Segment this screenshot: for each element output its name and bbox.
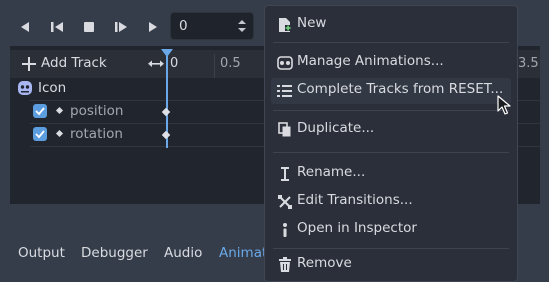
play-icon (149, 22, 157, 32)
node-name: Icon (38, 80, 67, 96)
add-track-button[interactable]: Add Track (22, 54, 132, 76)
animation-context-menu: New Manage Animations... Complete Tracks… (264, 5, 518, 282)
menu-item-edit-transitions[interactable]: Edit Transitions... (271, 189, 511, 215)
add-track-label: Add Track (41, 55, 107, 71)
track-enable-checkbox[interactable] (33, 127, 47, 141)
play-backwards-icon (21, 22, 29, 32)
stop-button[interactable] (78, 15, 100, 39)
ruler-divider (214, 54, 215, 78)
menu-separator (273, 110, 509, 111)
menu-separator (273, 248, 509, 249)
play-from-current-button[interactable] (110, 15, 132, 39)
tab-debugger[interactable]: Debugger (81, 245, 148, 261)
frame-position-value: 0 (179, 18, 188, 34)
rename-icon (277, 166, 293, 182)
check-icon (35, 107, 45, 116)
ruler-tick-label: 3.5 (518, 56, 539, 71)
play-button[interactable] (142, 15, 164, 39)
menu-separator (273, 152, 509, 153)
tab-audio[interactable]: Audio (164, 245, 202, 261)
menu-item-open-in-inspector[interactable]: Open in Inspector (271, 217, 511, 243)
complete-tracks-icon (277, 83, 293, 99)
node-icon (18, 81, 32, 95)
menu-item-rename[interactable]: Rename... (271, 161, 511, 187)
play-backwards-from-current-icon (51, 22, 63, 32)
play-backwards-button[interactable] (46, 15, 68, 39)
track-name: rotation (70, 126, 123, 142)
track-enable-checkbox[interactable] (33, 104, 47, 118)
animation-library-icon (277, 55, 293, 71)
new-file-icon (277, 17, 293, 33)
track-name: position (70, 103, 124, 119)
menu-item-duplicate[interactable]: Duplicate... (271, 117, 511, 143)
play-backwards-from-end-button[interactable] (14, 15, 36, 39)
tab-animation[interactable]: Animat (219, 245, 267, 261)
menu-item-new[interactable]: New (271, 12, 511, 38)
transitions-icon (277, 194, 293, 210)
play-from-current-icon (115, 22, 127, 32)
menu-item-manage-animations[interactable]: Manage Animations... (271, 50, 511, 76)
frame-position-input[interactable]: 0 (170, 12, 254, 40)
check-icon (35, 130, 45, 139)
trash-icon (277, 257, 293, 273)
expand-horizontal-icon[interactable] (148, 58, 164, 70)
plus-icon (22, 57, 36, 71)
menu-item-complete-tracks[interactable]: Complete Tracks from RESET... (271, 78, 511, 104)
duplicate-icon (277, 122, 293, 138)
stop-icon (84, 22, 94, 32)
inspector-icon (277, 222, 293, 238)
menu-separator (273, 42, 509, 43)
mouse-cursor-icon (497, 95, 511, 115)
menu-item-remove[interactable]: Remove (271, 252, 511, 278)
ruler-tick-label: 0.5 (220, 56, 241, 71)
tab-output[interactable]: Output (18, 245, 65, 261)
spinner-arrows-icon[interactable] (237, 19, 247, 33)
